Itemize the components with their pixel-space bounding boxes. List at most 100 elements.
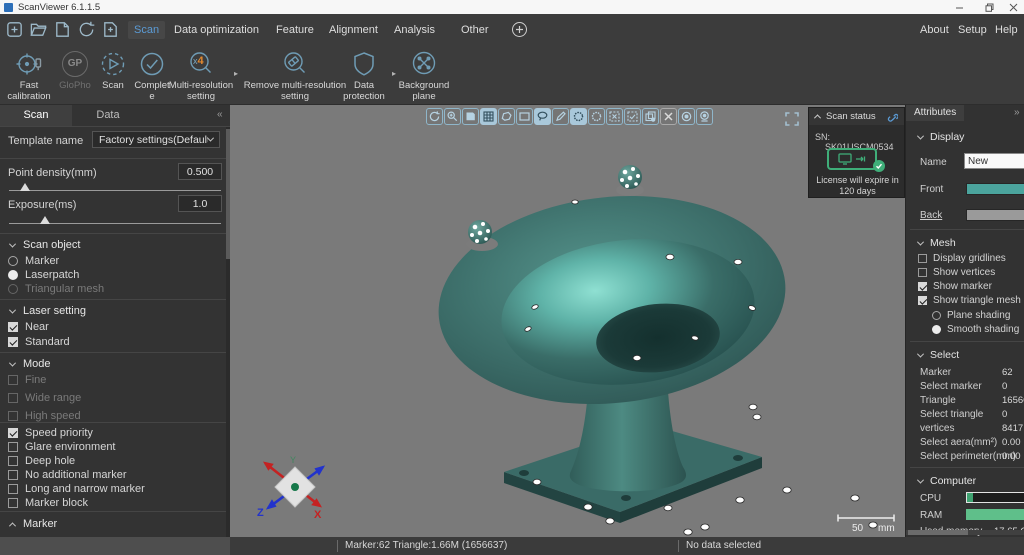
duplicate-selection-icon[interactable] [642, 108, 659, 125]
scan-button[interactable]: Scan [95, 49, 131, 91]
point-density-slider[interactable] [9, 190, 221, 191]
menu-tab-feature[interactable]: Feature [270, 21, 320, 39]
exposure-input[interactable]: 1.0 [178, 195, 222, 212]
menu-tab-analysis[interactable]: Analysis [388, 21, 441, 39]
template-name-label: Template name [8, 135, 84, 147]
checkbox-no-additional-marker[interactable]: No additional marker [8, 469, 127, 481]
import-file-icon[interactable] [99, 18, 122, 41]
display-section-header[interactable]: Display [916, 131, 964, 143]
checkbox-display-gridlines[interactable]: Display gridlines [918, 253, 1006, 264]
fast-calibration-button[interactable]: Fast calibration [2, 49, 56, 102]
ribbon-expand-arrow-icon[interactable]: ▸ [234, 69, 238, 78]
fullscreen-icon[interactable] [784, 111, 800, 127]
camera-view-icon[interactable] [696, 108, 713, 125]
tab-data[interactable]: Data [72, 105, 144, 126]
checkbox-long-narrow-marker[interactable]: Long and narrow marker [8, 483, 145, 495]
multi-resolution-label: Multi-resolution setting [168, 80, 234, 103]
radio-plane-shading[interactable]: Plane shading [932, 310, 1010, 321]
laser-setting-section-header[interactable]: Laser setting [8, 305, 86, 317]
confirm-select-icon[interactable] [624, 108, 641, 125]
computer-section-header[interactable]: Computer [916, 475, 976, 487]
deselect-area-icon[interactable] [606, 108, 623, 125]
rotate-view-icon[interactable] [426, 108, 443, 125]
delete-selection-icon[interactable] [660, 108, 677, 125]
center-view-icon[interactable] [678, 108, 695, 125]
tab-scan[interactable]: Scan [0, 105, 72, 126]
save-file-icon[interactable] [51, 18, 74, 41]
menu-help[interactable]: Help [995, 21, 1018, 39]
model-pedestal [569, 389, 687, 492]
mode-section-header[interactable]: Mode [8, 358, 51, 370]
menu-tab-data-optimization[interactable]: Data optimization [168, 21, 265, 39]
multi-resolution-setting-button[interactable]: x4 Multi-resolution setting [168, 49, 234, 102]
maximize-button[interactable] [976, 0, 1002, 14]
radio-marker[interactable]: Marker [8, 255, 59, 267]
checkbox-deep-hole[interactable]: Deep hole [8, 455, 75, 467]
radio-icon [8, 256, 18, 266]
scale-bar: 50 mm [837, 514, 895, 534]
open-folder-icon[interactable] [27, 18, 50, 41]
annotate-icon[interactable] [462, 108, 479, 125]
link-icon[interactable] [886, 111, 898, 123]
point-density-input[interactable]: 0.500 [178, 163, 222, 180]
scan-status-header[interactable]: Scan status [809, 108, 904, 125]
dot-region-deselect-icon[interactable] [588, 108, 605, 125]
minimize-button[interactable] [946, 0, 972, 14]
template-dropdown[interactable]: Factory settings(Default) [92, 131, 220, 148]
remove-multi-resolution-button[interactable]: Remove multi-resolution setting [240, 49, 350, 102]
checkbox-show-vertices[interactable]: Show vertices [918, 267, 995, 278]
data-protection-button[interactable]: Data protection [338, 49, 390, 102]
ellipse-select-icon[interactable] [534, 108, 551, 125]
app-window: ScanViewer 6.1.1.5 Scan Data optimizatio… [0, 0, 1024, 555]
background-plane-button[interactable]: Background plane [396, 49, 452, 102]
glopho-icon: GP [62, 50, 88, 77]
checkbox-marker-block[interactable]: Marker block [8, 497, 88, 509]
collapse-attributes-icon[interactable]: » [1014, 107, 1020, 118]
checkbox-icon [8, 456, 18, 466]
checkbox-speed-priority[interactable]: Speed priority [8, 427, 93, 439]
new-project-icon[interactable] [3, 18, 26, 41]
checkbox-near[interactable]: Near [8, 321, 49, 333]
axis-gizmo[interactable]: Y Z X [257, 455, 326, 521]
close-button[interactable] [1000, 0, 1024, 14]
exposure-slider-thumb[interactable] [40, 216, 50, 224]
menu-about[interactable]: About [920, 21, 949, 39]
brush-select-icon[interactable] [552, 108, 569, 125]
3d-viewport[interactable]: Y Z X 50 mm [230, 105, 905, 537]
chevron-up-icon [813, 114, 822, 122]
radio-laserpatch[interactable]: Laserpatch [8, 269, 79, 281]
attributes-horizontal-scrollbar[interactable] [906, 530, 1024, 535]
back-color-swatch[interactable] [966, 209, 1024, 221]
menu-setup[interactable]: Setup [958, 21, 987, 39]
checkbox-icon [8, 470, 18, 480]
menu-tab-alignment[interactable]: Alignment [323, 21, 384, 39]
radio-smooth-shading[interactable]: Smooth shading [932, 324, 1019, 335]
checkbox-show-marker[interactable]: Show marker [918, 281, 992, 292]
radio-icon [932, 311, 941, 320]
rectangle-select-icon[interactable] [516, 108, 533, 125]
add-menu-icon[interactable] [512, 22, 527, 37]
grid-select-icon[interactable] [480, 108, 497, 125]
dot-region-select-icon[interactable] [570, 108, 587, 125]
sync-icon[interactable] [75, 18, 98, 41]
checkbox-icon [8, 411, 18, 421]
checkbox-show-triangle-mesh[interactable]: Show triangle mesh [918, 295, 1021, 306]
point-density-slider-thumb[interactable] [20, 183, 30, 191]
front-color-swatch[interactable] [966, 183, 1024, 195]
select-section-header[interactable]: Select [916, 349, 959, 361]
checkbox-glare-environment[interactable]: Glare environment [8, 441, 116, 453]
glopho-button[interactable]: GP GloPho [57, 49, 93, 91]
complete-button[interactable]: Complete [133, 49, 171, 102]
mesh-name-input[interactable] [964, 153, 1024, 169]
checkbox-standard[interactable]: Standard [8, 336, 70, 348]
menu-tab-other[interactable]: Other [455, 21, 495, 39]
mesh-section-header[interactable]: Mesh [916, 237, 956, 249]
zoom-select-icon[interactable] [444, 108, 461, 125]
menu-tab-scan[interactable]: Scan [128, 21, 166, 39]
marker-section-header[interactable]: Marker [8, 518, 57, 530]
lasso-select-icon[interactable] [498, 108, 515, 125]
attributes-tab[interactable]: Attributes [906, 105, 965, 121]
calibration-icon [15, 49, 43, 78]
collapse-panel-icon[interactable]: « [217, 109, 223, 120]
scan-object-section-header[interactable]: Scan object [8, 239, 80, 251]
